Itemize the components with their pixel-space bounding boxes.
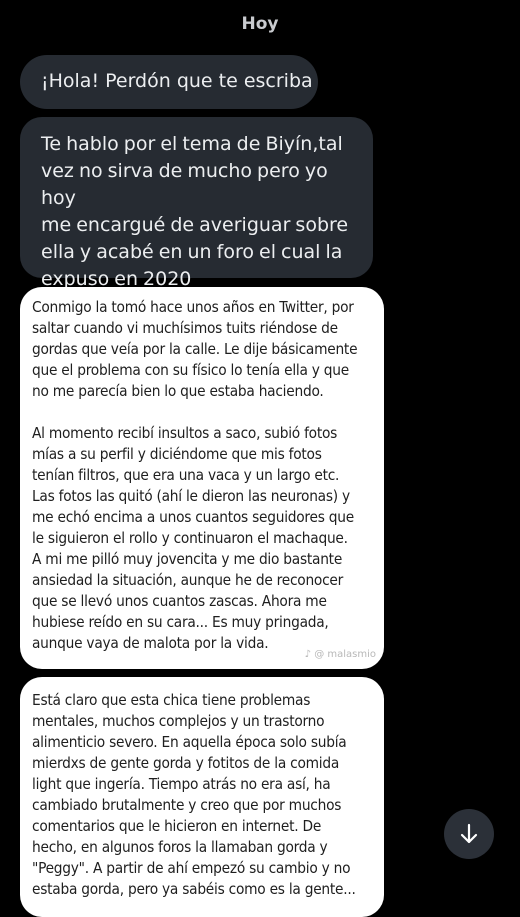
card-paragraph: Está claro que esta chica tiene problema… (32, 691, 356, 898)
watermark: ♪ @ malasmio (304, 649, 376, 660)
message-bubble[interactable]: Te hablo por el tema de Biyín,tal vez no… (20, 117, 373, 290)
screenshot-message-card[interactable]: Está claro que esta chica tiene problema… (20, 677, 384, 917)
card-paragraph: Al momento recibí insultos a saco, subió… (32, 424, 354, 652)
message-bubble[interactable]: ¡Hola! Perdón que te escriba (20, 55, 318, 109)
scroll-to-bottom-button[interactable] (444, 809, 494, 859)
screenshot-message-card[interactable]: Conmigo la tomó hace unos años en Twitte… (20, 287, 384, 669)
date-divider: Hoy (241, 14, 279, 34)
message-text: ¡Hola! Perdón que te escriba (41, 70, 313, 92)
arrow-down-icon (460, 823, 478, 844)
message-text: Te hablo por el tema de Biyín,tal vez no… (41, 133, 349, 290)
tiktok-icon: ♪ (304, 649, 311, 660)
card-paragraph: Conmigo la tomó hace unos años en Twitte… (32, 298, 358, 400)
